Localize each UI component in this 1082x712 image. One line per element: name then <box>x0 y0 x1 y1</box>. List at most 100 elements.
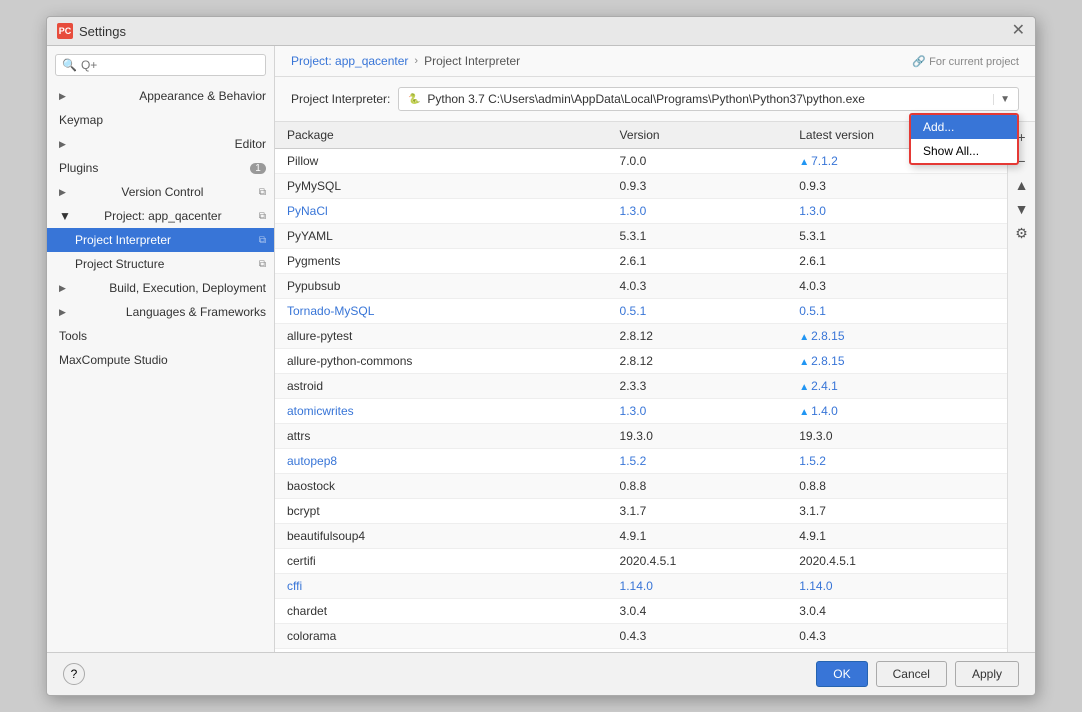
dialog-title: Settings <box>79 24 126 39</box>
package-latest: ▲1.4.0 <box>787 399 1007 424</box>
table-row[interactable]: Pillow7.0.0▲7.1.2 <box>275 149 1007 174</box>
package-latest: 3.1.7 <box>787 499 1007 524</box>
sidebar-item-plugins[interactable]: Plugins 1 <box>47 156 274 180</box>
sidebar-item-build[interactable]: Build, Execution, Deployment <box>47 276 274 300</box>
sidebar-item-editor[interactable]: Editor <box>47 132 274 156</box>
project-copy-icon: ⧉ <box>259 211 266 222</box>
sidebar-item-languages[interactable]: Languages & Frameworks <box>47 300 274 324</box>
table-row[interactable]: colorama0.4.30.4.3 <box>275 624 1007 649</box>
package-version: 5.0.0 <box>608 649 788 653</box>
table-row[interactable]: astroid2.3.3▲2.4.1 <box>275 374 1007 399</box>
table-row[interactable]: cffi1.14.01.14.0 <box>275 574 1007 599</box>
table-row[interactable]: beautifulsoup44.9.14.9.1 <box>275 524 1007 549</box>
table-row[interactable]: Pygments2.6.12.6.1 <box>275 249 1007 274</box>
breadcrumb-project[interactable]: Project: app_qacenter <box>291 54 408 68</box>
package-latest: 5.3.1 <box>787 224 1007 249</box>
sidebar-item-version-control[interactable]: Version Control ⧉ <box>47 180 274 204</box>
package-table-container[interactable]: Package Version Latest version Pillow7.0… <box>275 122 1007 652</box>
package-version: 1.3.0 <box>608 399 788 424</box>
interpreter-select[interactable]: 🐍 Python 3.7 C:\Users\admin\AppData\Loca… <box>398 87 1019 111</box>
show-all-button[interactable]: Show All... <box>911 139 1017 163</box>
package-name: configparser <box>275 649 608 653</box>
package-version: 2.6.1 <box>608 249 788 274</box>
settings-package-button[interactable]: ⚙ <box>1011 222 1033 244</box>
table-row[interactable]: Pypubsub4.0.34.0.3 <box>275 274 1007 299</box>
table-row[interactable]: atomicwrites1.3.0▲1.4.0 <box>275 399 1007 424</box>
add-interpreter-button[interactable]: Add... <box>911 115 1017 139</box>
structure-copy-icon: ⧉ <box>259 259 266 270</box>
package-version: 0.4.3 <box>608 624 788 649</box>
package-version: 0.5.1 <box>608 299 788 324</box>
table-row[interactable]: certifi2020.4.5.12020.4.5.1 <box>275 549 1007 574</box>
scrollbar-down-button[interactable]: ▼ <box>1011 198 1033 220</box>
package-name: PyNaCl <box>275 199 608 224</box>
upgrade-arrow-icon: ▲ <box>799 357 809 368</box>
dialog-footer: ? OK Cancel Apply <box>47 652 1035 695</box>
package-version: 7.0.0 <box>608 149 788 174</box>
sidebar-item-tools[interactable]: Tools <box>47 324 274 348</box>
sidebar-item-keymap[interactable]: Keymap <box>47 108 274 132</box>
sidebar-item-project[interactable]: Project: app_qacenter ⧉ <box>47 204 274 228</box>
table-row[interactable]: configparser5.0.05.0.0 <box>275 649 1007 653</box>
table-row[interactable]: PyMySQL0.9.30.9.3 <box>275 174 1007 199</box>
dropdown-arrow-icon: ▼ <box>993 94 1010 105</box>
for-project-link[interactable]: 🔗 For current project <box>912 55 1019 68</box>
package-name: attrs <box>275 424 608 449</box>
sidebar-search-input[interactable] <box>81 58 259 72</box>
package-name: cffi <box>275 574 608 599</box>
package-table: Package Version Latest version Pillow7.0… <box>275 122 1007 652</box>
latest-version-value: 2.8.15 <box>811 329 844 343</box>
sidebar: 🔍 Appearance & Behavior Keymap Editor Pl… <box>47 46 275 652</box>
table-row[interactable]: PyNaCl1.3.01.3.0 <box>275 199 1007 224</box>
package-latest: 4.0.3 <box>787 274 1007 299</box>
close-button[interactable]: ✕ <box>1012 23 1025 39</box>
sidebar-item-keymap-label: Keymap <box>59 113 103 127</box>
breadcrumb: Project: app_qacenter › Project Interpre… <box>275 46 1035 77</box>
ok-button[interactable]: OK <box>816 661 867 687</box>
package-latest: ▲2.4.1 <box>787 374 1007 399</box>
package-latest: 5.0.0 <box>787 649 1007 653</box>
table-row[interactable]: allure-pytest2.8.12▲2.8.15 <box>275 324 1007 349</box>
table-row[interactable]: bcrypt3.1.73.1.7 <box>275 499 1007 524</box>
package-version: 2.8.12 <box>608 324 788 349</box>
package-latest: ▲2.8.15 <box>787 349 1007 374</box>
upgrade-arrow-icon: ▲ <box>799 382 809 393</box>
package-version: 3.1.7 <box>608 499 788 524</box>
breadcrumb-separator: › <box>414 55 418 67</box>
table-row[interactable]: baostock0.8.80.8.8 <box>275 474 1007 499</box>
scrollbar-up-button[interactable]: ▲ <box>1011 174 1033 196</box>
table-row[interactable]: chardet3.0.43.0.4 <box>275 599 1007 624</box>
package-latest: 4.9.1 <box>787 524 1007 549</box>
upgrade-arrow-icon: ▲ <box>799 332 809 343</box>
for-project-text: For current project <box>929 56 1019 68</box>
sidebar-sub-item-interpreter-label: Project Interpreter <box>75 233 171 247</box>
package-name: bcrypt <box>275 499 608 524</box>
table-row[interactable]: allure-python-commons2.8.12▲2.8.15 <box>275 349 1007 374</box>
sidebar-search-box[interactable]: 🔍 <box>55 54 266 76</box>
package-latest: ▲2.8.15 <box>787 324 1007 349</box>
package-name: allure-python-commons <box>275 349 608 374</box>
package-name: Pygments <box>275 249 608 274</box>
sidebar-item-maxcompute[interactable]: MaxCompute Studio <box>47 348 274 372</box>
package-name: Tornado-MySQL <box>275 299 608 324</box>
package-name: autopep8 <box>275 449 608 474</box>
package-name: atomicwrites <box>275 399 608 424</box>
table-row[interactable]: attrs19.3.019.3.0 <box>275 424 1007 449</box>
package-latest: 0.5.1 <box>787 299 1007 324</box>
package-latest: 1.3.0 <box>787 199 1007 224</box>
sidebar-item-appearance[interactable]: Appearance & Behavior <box>47 84 274 108</box>
sidebar-item-project-structure[interactable]: Project Structure ⧉ <box>47 252 274 276</box>
table-row[interactable]: PyYAML5.3.15.3.1 <box>275 224 1007 249</box>
help-button[interactable]: ? <box>63 663 85 685</box>
package-name: Pillow <box>275 149 608 174</box>
package-version: 1.5.2 <box>608 449 788 474</box>
app-icon: PC <box>57 23 73 39</box>
cancel-button[interactable]: Cancel <box>876 661 947 687</box>
sidebar-item-project-interpreter[interactable]: Project Interpreter ⧉ <box>47 228 274 252</box>
table-row[interactable]: Tornado-MySQL0.5.10.5.1 <box>275 299 1007 324</box>
apply-button[interactable]: Apply <box>955 661 1019 687</box>
col-version: Version <box>608 122 788 149</box>
table-row[interactable]: autopep81.5.21.5.2 <box>275 449 1007 474</box>
package-name: chardet <box>275 599 608 624</box>
interpreter-value: Python 3.7 C:\Users\admin\AppData\Local\… <box>427 92 865 106</box>
